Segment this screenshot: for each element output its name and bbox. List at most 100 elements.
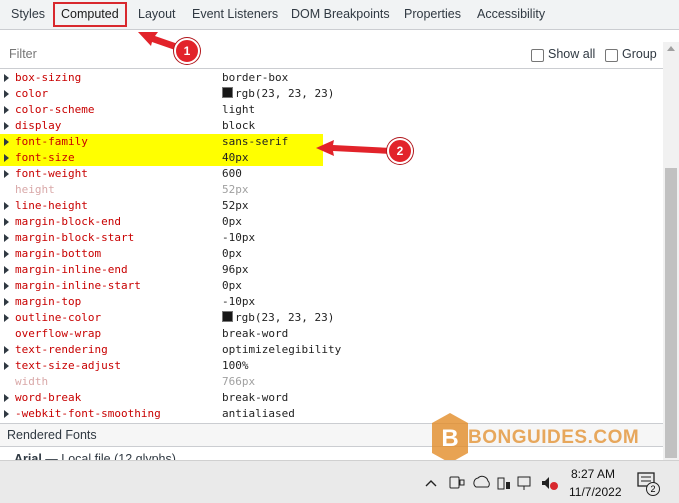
expand-triangle-icon[interactable] (4, 394, 9, 402)
property-value: break-word (222, 391, 289, 404)
expand-triangle-icon[interactable] (4, 266, 9, 274)
callout-badge-1: 1 (174, 38, 200, 64)
property-row[interactable]: line-height 52px (0, 198, 663, 214)
tab-styles[interactable]: Styles (11, 0, 45, 29)
expand-triangle-icon[interactable] (4, 138, 9, 146)
property-row[interactable]: margin-block-end 0px (0, 214, 663, 230)
property-value: optimizelegibility (222, 343, 342, 356)
property-name: font-weight (15, 167, 88, 180)
property-name: overflow-wrap (15, 327, 102, 340)
property-row-highlighted[interactable]: font-family sans-serif (0, 134, 323, 150)
expand-triangle-icon[interactable] (4, 250, 9, 258)
expand-triangle-icon[interactable] (4, 90, 9, 98)
property-name: line-height (15, 199, 88, 212)
property-name: outline-color (15, 311, 102, 324)
expand-triangle-icon[interactable] (4, 362, 9, 370)
property-row[interactable]: outline-color rgb(23, 23, 23) (0, 310, 663, 326)
property-name: display (15, 119, 62, 132)
property-name: color-scheme (15, 103, 95, 116)
onedrive-cloud-icon (473, 475, 490, 488)
expand-triangle-icon[interactable] (4, 202, 9, 210)
property-value-text: rgb(23, 23, 23) (235, 311, 335, 324)
expand-triangle-icon[interactable] (4, 218, 9, 226)
property-row-inherited[interactable]: height 52px (0, 182, 663, 198)
property-value: 40px (222, 151, 249, 164)
property-value: 100% (222, 359, 249, 372)
property-value: 0px (222, 279, 242, 292)
tab-accessibility[interactable]: Accessibility (477, 0, 545, 29)
show-hidden-icons-icon (425, 480, 437, 487)
expand-triangle-icon[interactable] (4, 298, 9, 306)
expand-triangle-icon[interactable] (4, 346, 9, 354)
expand-triangle-icon[interactable] (4, 410, 9, 418)
property-value: sans-serif (222, 135, 289, 148)
watermark-text: BONGUIDES.COM (468, 427, 640, 448)
expand-triangle-icon[interactable] (4, 74, 9, 82)
taskbar-clock-date[interactable]: 11/7/2022 (569, 485, 622, 499)
property-name: margin-inline-end (15, 263, 128, 276)
property-value: 0px (222, 215, 242, 228)
property-row[interactable]: text-rendering optimizelegibility (0, 342, 663, 358)
property-name: word-break (15, 391, 82, 404)
property-row-inherited[interactable]: width 766px (0, 374, 663, 390)
property-name: box-sizing (15, 71, 82, 84)
property-name: height (15, 183, 55, 196)
property-name: width (15, 375, 49, 388)
expand-triangle-icon[interactable] (4, 106, 9, 114)
property-row[interactable]: text-size-adjust 100% (0, 358, 663, 374)
filter-input[interactable] (9, 47, 309, 61)
property-row[interactable]: word-break break-word (0, 390, 663, 406)
network-icon (517, 476, 531, 490)
property-row-highlighted[interactable]: font-size 40px (0, 150, 323, 166)
property-row[interactable]: margin-block-start -10px (0, 230, 663, 246)
tab-layout[interactable]: Layout (138, 0, 176, 29)
property-row[interactable]: font-weight 600 (0, 166, 663, 182)
expand-triangle-icon[interactable] (4, 314, 9, 322)
property-row[interactable]: margin-inline-end 96px (0, 262, 663, 278)
property-row[interactable]: color rgb(23, 23, 23) (0, 86, 663, 102)
property-name: color (15, 87, 49, 100)
battery-icon (497, 477, 510, 490)
vertical-scrollbar[interactable] (663, 42, 679, 460)
expand-triangle-icon[interactable] (4, 282, 9, 290)
color-swatch-icon[interactable] (222, 311, 233, 322)
show-all-checkbox[interactable] (531, 49, 544, 62)
property-row[interactable]: display block (0, 118, 663, 134)
property-value-text: rgb(23, 23, 23) (235, 87, 335, 100)
expand-triangle-icon[interactable] (4, 122, 9, 130)
watermark-logo-letter: B (441, 425, 458, 452)
property-value: 0px (222, 247, 242, 260)
property-value: 96px (222, 263, 249, 276)
property-value: -10px (222, 231, 256, 244)
group-label: Group (622, 47, 657, 61)
property-row[interactable]: overflow-wrap break-word (0, 326, 663, 342)
expand-triangle-icon[interactable] (4, 170, 9, 178)
property-value: break-word (222, 327, 289, 340)
property-value: 600 (222, 167, 242, 180)
notification-count-badge: 2 (646, 482, 660, 496)
property-value: 52px (222, 183, 249, 196)
property-row[interactable]: margin-bottom 0px (0, 246, 663, 262)
tab-dom-breakpoints[interactable]: DOM Breakpoints (291, 0, 390, 29)
property-row[interactable]: color-scheme light (0, 102, 663, 118)
property-name: -webkit-font-smoothing (15, 407, 161, 420)
property-name: text-rendering (15, 343, 108, 356)
volume-muted-icon (542, 477, 558, 490)
property-row[interactable]: box-sizing border-box (0, 70, 663, 86)
tab-event-listeners[interactable]: Event Listeners (192, 0, 278, 29)
property-row[interactable]: margin-top -10px (0, 294, 663, 310)
scroll-up-icon[interactable] (667, 46, 675, 51)
expand-triangle-icon[interactable] (4, 154, 9, 162)
color-swatch-icon[interactable] (222, 87, 233, 98)
scrollbar-thumb[interactable] (665, 168, 677, 458)
property-name: margin-bottom (15, 247, 102, 260)
notification-center-button[interactable]: 2 (636, 472, 660, 496)
expand-triangle-icon[interactable] (4, 234, 9, 242)
property-name: margin-block-start (15, 231, 135, 244)
taskbar-clock-time[interactable]: 8:27 AM (571, 467, 615, 481)
property-name: font-size (15, 151, 75, 164)
group-checkbox[interactable] (605, 49, 618, 62)
property-name: margin-top (15, 295, 82, 308)
tab-properties[interactable]: Properties (404, 0, 461, 29)
property-row[interactable]: margin-inline-start 0px (0, 278, 663, 294)
